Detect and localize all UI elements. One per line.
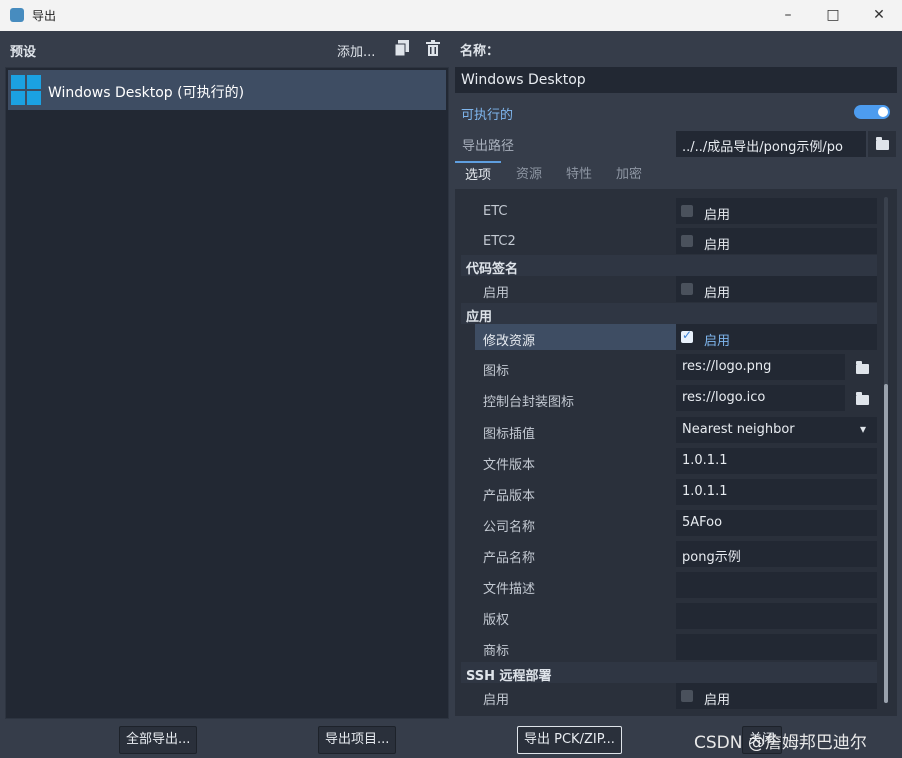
export-project-button[interactable]: 导出项目...: [318, 726, 397, 754]
product-name-input[interactable]: pong示例: [676, 541, 877, 567]
export-path-input[interactable]: ../../成品导出/pong示例/po: [676, 131, 866, 157]
add-preset-button[interactable]: 添加...: [337, 41, 375, 60]
runnable-label: 可执行的: [461, 108, 514, 123]
export-all-button[interactable]: 全部导出...: [119, 726, 198, 754]
presets-label: 预设: [10, 45, 37, 60]
copyright-input[interactable]: [676, 603, 877, 629]
etc-label: ETC: [483, 204, 508, 219]
product-name-label: 产品名称: [483, 551, 536, 566]
console-icon-label: 控制台封装图标: [483, 395, 575, 410]
product-version-input[interactable]: 1.0.1.1: [676, 479, 877, 505]
etc-checkbox[interactable]: [681, 205, 693, 217]
section-application[interactable]: 应用: [461, 303, 877, 325]
icon-path-input[interactable]: res://logo.png: [676, 354, 845, 380]
preset-name-label: 名称：: [460, 44, 500, 59]
folder-icon: [876, 137, 889, 150]
preset-name-value: Windows Desktop: [461, 72, 586, 88]
options-tabs: 选项 资源 特性 加密: [455, 161, 897, 189]
section-ssh-label: SSH 远程部署: [466, 669, 552, 684]
codesign-enable-check-label: 启用: [704, 286, 731, 301]
chevron-down-icon: ▾: [860, 422, 867, 436]
file-desc-label: 文件描述: [483, 582, 536, 597]
codesign-enable-label: 启用: [483, 286, 510, 301]
preset-list: Windows Desktop (可执行的): [5, 67, 449, 719]
etc-check-label: 启用: [704, 208, 731, 223]
copyright-label: 版权: [483, 613, 510, 628]
section-codesign[interactable]: 代码签名: [461, 255, 877, 277]
product-version-label: 产品版本: [483, 489, 536, 504]
product-version-value: 1.0.1.1: [682, 484, 728, 499]
ssh-enable-label: 启用: [483, 693, 510, 708]
preset-item-windows[interactable]: Windows Desktop (可执行的): [8, 70, 446, 110]
godot-app-icon: [10, 8, 24, 22]
tab-resources[interactable]: 资源: [506, 161, 552, 189]
tab-options[interactable]: 选项: [455, 161, 502, 189]
tab-encryption[interactable]: 加密: [606, 161, 652, 189]
maximize-button[interactable]: □: [810, 0, 856, 31]
export-path-value: ../../成品导出/pong示例/po: [682, 140, 843, 155]
delete-preset-icon[interactable]: [424, 40, 442, 58]
file-version-value: 1.0.1.1: [682, 453, 728, 468]
close-window-button[interactable]: ✕: [856, 0, 902, 31]
company-name-value: 5AFoo: [682, 515, 723, 530]
modify-resources-checkbox[interactable]: [681, 328, 693, 343]
company-name-label: 公司名称: [483, 520, 536, 535]
console-icon-path-value: res://logo.ico: [682, 390, 766, 405]
codesign-enable-checkbox[interactable]: [681, 283, 693, 295]
section-ssh[interactable]: SSH 远程部署: [461, 662, 877, 684]
tab-features[interactable]: 特性: [556, 161, 602, 189]
window-titlebar: 导出 – □ ✕: [0, 0, 902, 31]
icon-browse-button[interactable]: [848, 354, 876, 380]
preset-name-input[interactable]: Windows Desktop: [455, 67, 897, 93]
company-name-input[interactable]: 5AFoo: [676, 510, 877, 536]
etc2-check-label: 启用: [704, 238, 731, 253]
duplicate-preset-icon[interactable]: [393, 40, 411, 58]
product-name-value: pong示例: [682, 550, 741, 565]
export-pck-zip-button[interactable]: 导出 PCK/ZIP...: [517, 726, 622, 754]
export-path-label: 导出路径: [462, 139, 515, 154]
runnable-toggle[interactable]: [854, 105, 890, 119]
etc2-checkbox[interactable]: [681, 235, 693, 247]
minimize-button[interactable]: –: [765, 0, 811, 31]
windows-logo-icon: [11, 75, 41, 105]
folder-icon: [856, 392, 869, 405]
icon-interp-label: 图标插值: [483, 427, 536, 442]
watermark-text: CSDN @詹姆邦巴迪尔: [694, 733, 867, 753]
presets-header: 预设 添加...: [0, 31, 452, 67]
modify-resources-check-label: 启用: [704, 334, 731, 349]
file-version-input[interactable]: 1.0.1.1: [676, 448, 877, 474]
icon-path-value: res://logo.png: [682, 359, 772, 374]
modify-resources-label: 修改资源: [483, 334, 536, 349]
file-version-label: 文件版本: [483, 458, 536, 473]
console-icon-path-input[interactable]: res://logo.ico: [676, 385, 845, 411]
console-icon-browse-button[interactable]: [848, 385, 876, 411]
icon-interp-select[interactable]: Nearest neighbor: [676, 417, 877, 443]
icon-label: 图标: [483, 364, 510, 379]
window-title: 导出: [32, 9, 57, 23]
section-application-label: 应用: [466, 310, 493, 325]
options-scrollbar-thumb[interactable]: [884, 384, 888, 703]
section-codesign-label: 代码签名: [466, 262, 519, 277]
trademark-input[interactable]: [676, 634, 877, 660]
etc2-label: ETC2: [483, 234, 516, 249]
folder-icon: [856, 361, 869, 374]
trademark-label: 商标: [483, 644, 510, 659]
ssh-enable-checkbox[interactable]: [681, 690, 693, 702]
file-desc-input[interactable]: [676, 572, 877, 598]
icon-interp-value: Nearest neighbor: [682, 422, 795, 437]
browse-path-button[interactable]: [868, 131, 896, 157]
ssh-enable-check-label: 启用: [704, 693, 731, 708]
preset-item-label: Windows Desktop (可执行的): [48, 85, 245, 101]
